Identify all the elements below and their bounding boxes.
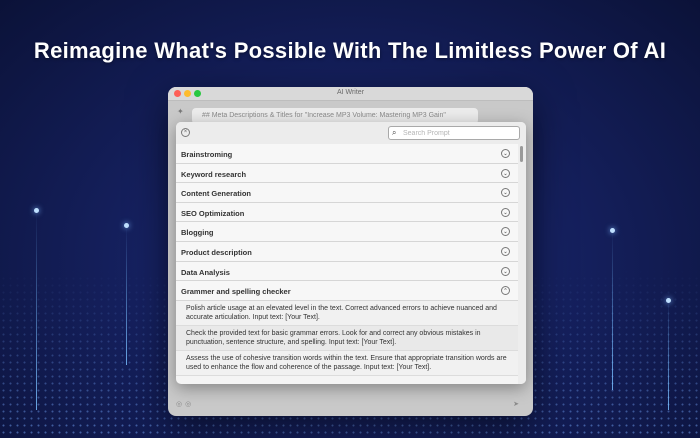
scrollbar[interactable] [518,144,526,384]
category-grammar-spelling[interactable]: Grammer and spelling checker ⌃ [176,281,518,301]
light-beam [34,208,39,410]
prompt-category-list: Brainstroming ⌄ Keyword research ⌄ Conte… [176,144,518,384]
category-keyword-research[interactable]: Keyword research ⌄ [176,163,518,184]
prompt-item[interactable]: Check the provided text for basic gramma… [176,325,518,351]
category-label: Keyword research [181,169,247,179]
chevron-down-icon[interactable]: ⌄ [501,149,510,158]
chevron-down-icon[interactable]: ⌄ [501,246,510,256]
prompt-panel: × ⌕ Brainstroming ⌄ Keyword research ⌄ C… [176,122,526,384]
category-seo-optimization[interactable]: SEO Optimization ⌄ [176,202,518,223]
title-bar: AI Writer [168,87,533,101]
editor-footer-controls: ◎◎ [176,401,195,408]
light-beam [666,298,671,410]
headline: Reimagine What's Possible With The Limit… [33,38,667,63]
light-beam [610,228,615,390]
category-label: Data Analysis [181,267,230,277]
chevron-down-icon[interactable]: ⌄ [501,207,510,217]
chevron-up-icon[interactable]: ⌃ [501,286,510,296]
category-label: Blogging [181,228,214,238]
chevron-down-icon[interactable]: ⌄ [501,188,510,198]
category-label: Brainstroming [181,150,233,159]
category-blogging[interactable]: Blogging ⌄ [176,222,518,242]
scroll-thumb[interactable] [520,146,523,162]
sparkle-icon: ✦ [177,107,184,116]
category-content-generation[interactable]: Content Generation ⌄ [176,183,518,203]
category-product-description[interactable]: Product description ⌄ [176,241,518,262]
search-box[interactable]: ⌕ [388,126,520,140]
category-label: Product description [181,247,252,257]
chevron-down-icon[interactable]: ⌄ [501,227,510,237]
search-icon: ⌕ [392,128,397,137]
prompt-item[interactable]: Assess the use of cohesive transition wo… [176,350,518,376]
close-circle-icon[interactable]: × [181,128,190,137]
window-title: AI Writer [336,89,365,96]
prompt-item[interactable]: Polish article usage at an elevated leve… [176,300,518,326]
chevron-down-icon[interactable]: ⌄ [501,168,510,178]
prompt-panel-header: × ⌕ [176,122,526,144]
category-data-analysis[interactable]: Data Analysis ⌄ [176,261,518,282]
send-icon[interactable]: ➤ [513,400,523,408]
light-beam [124,223,129,365]
chevron-down-icon[interactable]: ⌄ [501,266,510,276]
search-input[interactable] [403,128,517,139]
category-brainstorming[interactable]: Brainstroming ⌄ [176,144,518,164]
category-label: Content Generation [181,189,252,199]
category-label: Grammer and spelling checker [181,287,291,297]
category-label: SEO Optimization [181,208,245,218]
